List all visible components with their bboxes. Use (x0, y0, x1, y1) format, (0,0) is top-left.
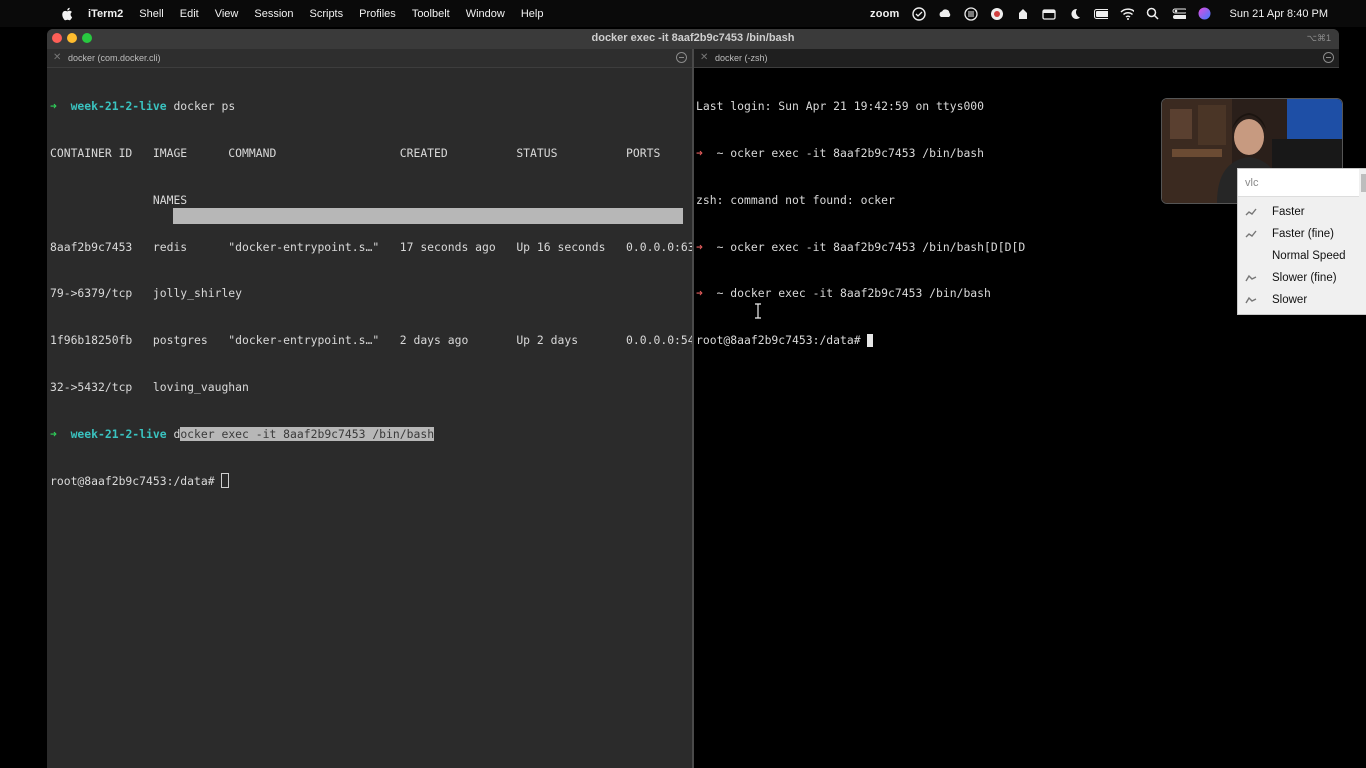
right-pane-titlebar[interactable]: ✕ docker (-zsh) (694, 49, 1339, 68)
root-prompt: root@8aaf2b9c7453:/data# (50, 474, 222, 489)
command-text: ~ ocker exec -it 8aaf2b9c7453 /bin/bash (702, 145, 985, 160)
menu-item-slower-fine[interactable]: Slower (fine) (1238, 268, 1366, 290)
menu-item-faster-fine[interactable]: Faster (fine) (1238, 224, 1366, 246)
table-row: 8aaf2b9c7453 redis "docker-entrypoint.s…… (50, 239, 695, 254)
close-icon[interactable]: ✕ (700, 52, 708, 63)
window-shortcut: ⌥⌘1 (1306, 33, 1331, 43)
menu-profiles[interactable]: Profiles (359, 8, 396, 20)
apple-icon[interactable] (60, 7, 74, 21)
menu-session[interactable]: Session (254, 8, 293, 20)
control-center-icon[interactable] (1172, 7, 1186, 21)
menu-view[interactable]: View (215, 8, 239, 20)
battery-icon[interactable] (1093, 7, 1108, 21)
terminal-line: ➜ week-21-2-live docker ps (50, 99, 695, 115)
ibeam-cursor-icon (755, 303, 761, 319)
menu-bar: iTerm2 Shell Edit View Session Scripts P… (0, 0, 1366, 27)
pane-minimize-icon[interactable] (1323, 52, 1334, 63)
menu-app-iterm2[interactable]: iTerm2 (88, 8, 123, 20)
terminal-line: ➜ ~ docker exec -it 8aaf2b9c7453 /bin/ba… (696, 286, 1025, 302)
menu-item-label: Faster (1272, 206, 1305, 218)
menu-shell[interactable]: Shell (139, 8, 163, 20)
prompt-directory: week-21-2-live (70, 426, 167, 441)
menu-item-label: Slower (1272, 294, 1308, 306)
left-pane-title: docker (com.docker.cli) (68, 53, 161, 63)
zoom-status-item[interactable]: zoom (870, 8, 900, 20)
left-pane-titlebar[interactable]: ✕ docker (com.docker.cli) (47, 49, 692, 68)
vlc-search-value: vlc (1245, 177, 1259, 189)
left-terminal-output[interactable]: ➜ week-21-2-live docker ps CONTAINER ID … (50, 68, 695, 520)
status-icon-5[interactable] (1016, 7, 1030, 21)
terminal-line: zsh: command not found: ocker (696, 192, 895, 207)
faster-icon (1245, 208, 1257, 216)
menu-item-label: Normal Speed (1272, 250, 1346, 262)
faster-fine-icon (1245, 230, 1257, 238)
left-terminal-pane[interactable]: ✕ docker (com.docker.cli) ➜ week-21-2-li… (47, 49, 695, 768)
menu-edit[interactable]: Edit (180, 8, 199, 20)
table-row: 79->6379/tcp jolly_shirley (50, 286, 243, 301)
command-text: ~ docker exec -it 8aaf2b9c7453 /bin/bash (702, 286, 991, 301)
prompt-arrow: ➜ (696, 239, 703, 254)
terminal-line: root@8aaf2b9c7453:/data# (696, 333, 1025, 349)
moon-icon[interactable] (1068, 7, 1082, 21)
menubar-clock[interactable]: Sun 21 Apr 8:40 PM (1230, 8, 1328, 20)
command-text: ~ ocker exec -it 8aaf2b9c7453 /bin/bash[… (702, 239, 1026, 254)
table-row: 1f96b18250fb postgres "docker-entrypoint… (50, 333, 695, 348)
table-row: 32->5432/tcp loving_vaughan (50, 379, 249, 394)
table-header: CONTAINER ID IMAGE COMMAND CREATED STATU… (50, 145, 661, 160)
scrollbar[interactable] (1361, 174, 1366, 192)
close-icon[interactable]: ✕ (53, 52, 61, 63)
right-terminal-output[interactable]: Last login: Sun Apr 21 19:42:59 on ttys0… (696, 68, 1025, 380)
menu-item-label: Slower (fine) (1272, 272, 1337, 284)
slower-fine-icon (1245, 274, 1257, 282)
menu-item-faster[interactable]: Faster (1238, 202, 1366, 224)
prompt-directory: week-21-2-live (70, 99, 167, 114)
window-title: docker exec -it 8aaf2b9c7453 /bin/bash (591, 32, 795, 44)
prompt-arrow: ➜ (696, 286, 703, 301)
vlc-speed-menu: vlc Faster Faster (fine) Normal Speed Sl… (1237, 168, 1366, 315)
menu-window[interactable]: Window (466, 8, 505, 20)
iterm-window: docker exec -it 8aaf2b9c7453 /bin/bash ⌥… (47, 29, 1339, 768)
root-prompt: root@8aaf2b9c7453:/data# (696, 333, 868, 348)
vlc-search-field[interactable]: vlc (1238, 169, 1359, 197)
status-icon-1[interactable] (911, 6, 926, 21)
prompt-arrow: ➜ (50, 426, 57, 441)
status-area: zoom Sun 21 Apr 8:40 PM (870, 0, 1328, 27)
pane-minimize-icon[interactable] (676, 52, 687, 63)
search-icon[interactable] (1146, 7, 1160, 21)
status-icon-6[interactable] (1041, 7, 1056, 21)
status-icon-3[interactable] (963, 6, 978, 21)
terminal-line: ➜ ~ ocker exec -it 8aaf2b9c7453 /bin/bas… (696, 146, 1025, 162)
slower-icon (1245, 296, 1257, 304)
right-pane-title: docker (-zsh) (715, 53, 768, 63)
menu-help[interactable]: Help (521, 8, 544, 20)
siri-icon[interactable] (1198, 7, 1212, 21)
terminal-line: ➜ ~ ocker exec -it 8aaf2b9c7453 /bin/bas… (696, 240, 1025, 256)
window-titlebar[interactable]: docker exec -it 8aaf2b9c7453 /bin/bash ⌥… (47, 29, 1339, 49)
prompt-arrow: ➜ (696, 145, 703, 160)
wifi-icon[interactable] (1120, 7, 1134, 21)
status-icon-4[interactable] (990, 7, 1004, 21)
cursor (867, 334, 874, 348)
menu-item-normal-speed[interactable]: Normal Speed (1238, 246, 1366, 268)
command-text: docker ps (173, 99, 236, 114)
menu-scripts[interactable]: Scripts (310, 8, 344, 20)
menu-toolbelt[interactable]: Toolbelt (412, 8, 450, 20)
terminal-line: root@8aaf2b9c7453:/data# (50, 473, 695, 489)
terminal-line: Last login: Sun Apr 21 19:42:59 on ttys0… (696, 99, 985, 114)
status-icon-2[interactable] (938, 7, 952, 21)
cursor (221, 473, 230, 489)
prompt-arrow: ➜ (50, 99, 57, 114)
menu-item-slower[interactable]: Slower (1238, 290, 1366, 312)
terminal-line: ➜ week-21-2-live docker exec -it 8aaf2b9… (50, 426, 695, 443)
menu-item-label: Faster (fine) (1272, 228, 1334, 240)
table-header: NAMES (50, 192, 188, 207)
selected-command-text: ocker exec -it 8aaf2b9c7453 /bin/bash (180, 426, 435, 441)
